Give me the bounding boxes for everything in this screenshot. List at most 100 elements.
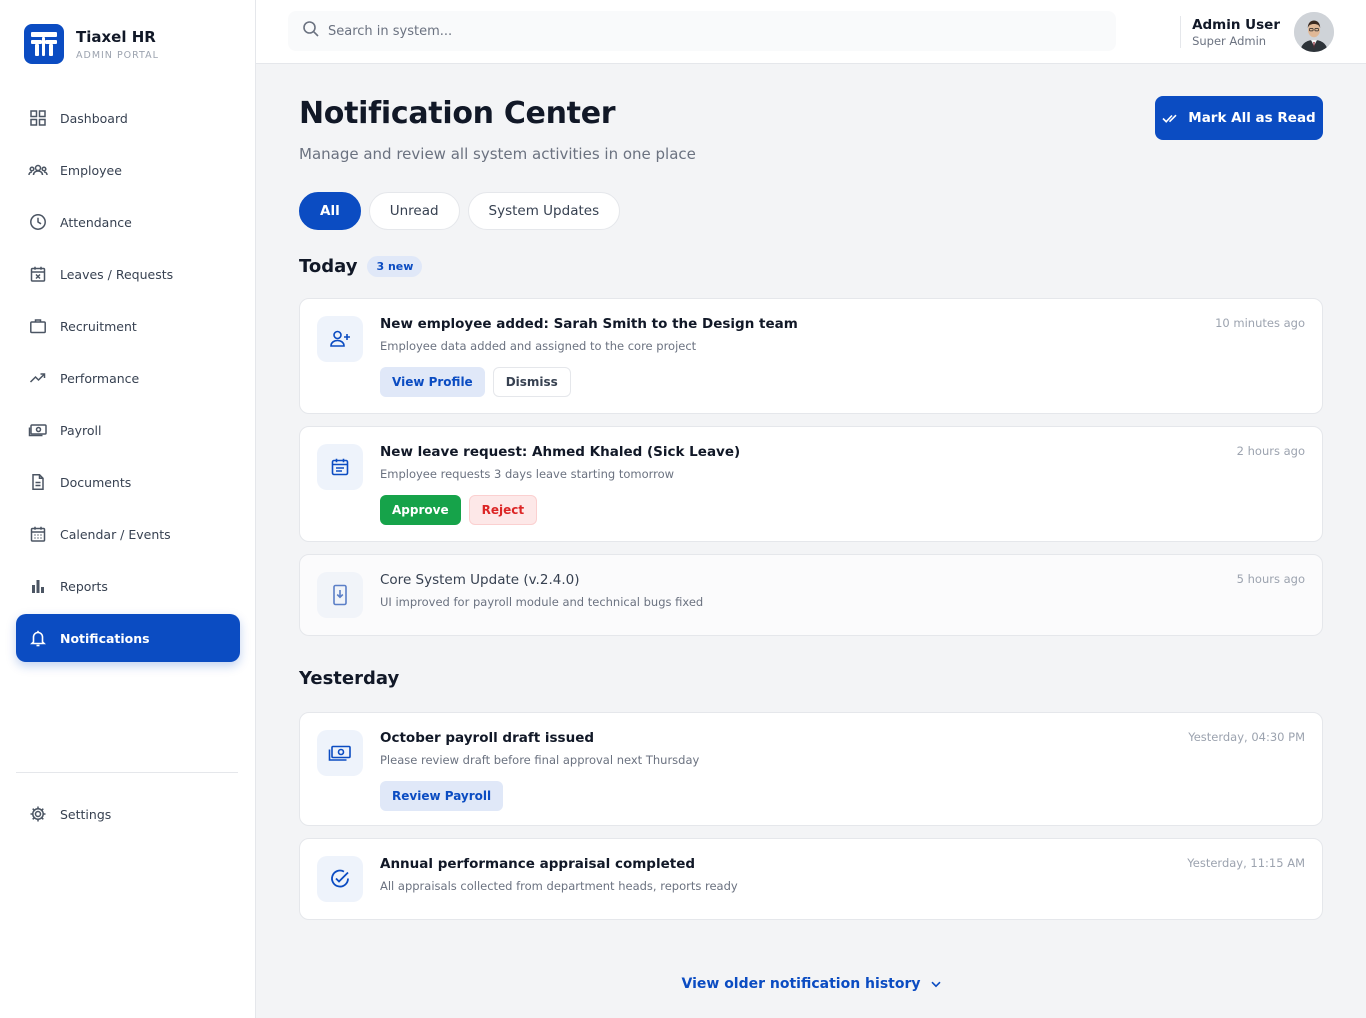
notification-time: 2 hours ago	[1236, 444, 1305, 458]
search-bar[interactable]	[288, 11, 1116, 51]
notification-description: Employee requests 3 days leave starting …	[380, 467, 675, 481]
dismiss-button[interactable]: Dismiss	[492, 367, 571, 397]
sidebar-item-label: Notifications	[60, 630, 150, 646]
sidebar-item-label: Documents	[60, 474, 132, 490]
sidebar: Tiaxel HR ADMIN PORTAL Dashboard Employe…	[0, 0, 256, 1018]
sidebar-item-documents[interactable]: Documents	[16, 458, 240, 506]
page-title: Notification Center	[299, 96, 616, 131]
sidebar-item-label: Recruitment	[60, 318, 137, 334]
tiaxel-logo	[24, 24, 64, 64]
filter-tabs: All Unread System Updates	[299, 192, 628, 230]
sidebar-item-employee[interactable]: Employee	[16, 146, 240, 194]
section-heading: Yesterday	[299, 668, 400, 689]
notification-card[interactable]: New leave request: Ahmed Khaled (Sick Le…	[299, 426, 1323, 542]
notification-description: UI improved for payroll module and techn…	[380, 595, 704, 609]
sidebar-item-performance[interactable]: Performance	[16, 354, 240, 402]
sidebar-item-label: Performance	[60, 370, 140, 386]
trending-up-icon	[28, 368, 48, 388]
banknote-icon	[28, 420, 48, 440]
users-icon	[28, 160, 48, 180]
sidebar-item-label: Dashboard	[60, 110, 128, 126]
page-subtitle: Manage and review all system activities …	[299, 145, 696, 163]
mark-all-read-button[interactable]: Mark All as Read	[1155, 96, 1323, 140]
tab-system-updates[interactable]: System Updates	[467, 192, 621, 230]
notification-time: Yesterday, 11:15 AM	[1187, 856, 1305, 870]
bar-chart-icon	[28, 576, 48, 596]
sidebar-divider	[16, 772, 238, 773]
notification-time: 5 hours ago	[1236, 572, 1305, 586]
sidebar-item-leaves-requests[interactable]: Leaves / Requests	[16, 250, 240, 298]
notification-time: Yesterday, 04:30 PM	[1188, 730, 1305, 744]
tab-unread[interactable]: Unread	[368, 192, 460, 230]
sidebar-item-payroll[interactable]: Payroll	[16, 406, 240, 454]
user-plus-icon	[317, 316, 363, 362]
approve-button[interactable]: Approve	[380, 495, 461, 525]
sidebar-item-attendance[interactable]: Attendance	[16, 198, 240, 246]
notification-card[interactable]: Annual performance appraisal completed A…	[299, 838, 1323, 920]
sidebar-item-calendar-events[interactable]: Calendar / Events	[16, 510, 240, 558]
sidebar-item-dashboard[interactable]: Dashboard	[16, 94, 240, 142]
calendar-icon	[28, 524, 48, 544]
notification-actions: Review Payroll	[380, 781, 511, 811]
sidebar-item-label: Reports	[60, 578, 108, 594]
calendar-x-icon	[28, 264, 48, 284]
file-icon	[28, 472, 48, 492]
device-download-icon	[317, 572, 363, 618]
check-circle-icon	[317, 856, 363, 902]
view-older-history-link[interactable]: View older notification history	[299, 976, 1323, 992]
sidebar-item-label: Leaves / Requests	[60, 266, 174, 282]
section-heading: Today	[299, 256, 358, 277]
notification-description: Employee data added and assigned to the …	[380, 339, 697, 353]
notification-card[interactable]: October payroll draft issued Please revi…	[299, 712, 1323, 826]
sidebar-item-reports[interactable]: Reports	[16, 562, 240, 610]
sidebar-nav: Dashboard Employee Attendance Leaves / R…	[16, 94, 240, 666]
notification-description: Please review draft before final approva…	[380, 753, 700, 767]
sidebar-item-label: Calendar / Events	[60, 526, 171, 542]
bell-icon	[28, 628, 48, 648]
notification-card[interactable]: Core System Update (v.2.4.0) UI improved…	[299, 554, 1323, 636]
notification-title: New employee added: Sarah Smith to the D…	[380, 316, 798, 332]
double-check-icon	[1162, 114, 1177, 123]
user-name: Admin User	[1192, 16, 1280, 33]
banknote-icon	[317, 730, 363, 776]
chevron-down-icon	[930, 981, 941, 987]
search-input[interactable]	[328, 23, 1088, 39]
grid-icon	[28, 108, 48, 128]
section-yesterday: Yesterday	[299, 668, 399, 689]
user-menu[interactable]: Admin User Super Admin	[1192, 12, 1334, 52]
notification-title: New leave request: Ahmed Khaled (Sick Le…	[380, 444, 741, 460]
topbar: Admin User Super Admin	[256, 0, 1366, 64]
view-profile-button[interactable]: View Profile	[380, 367, 485, 397]
sidebar-item-notifications[interactable]: Notifications	[16, 614, 240, 662]
brand[interactable]: Tiaxel HR ADMIN PORTAL	[24, 24, 159, 64]
avatar[interactable]	[1294, 12, 1334, 52]
section-today: Today 3 new	[299, 256, 423, 277]
notification-time: 10 minutes ago	[1215, 316, 1305, 330]
new-count-badge: 3 new	[367, 256, 423, 277]
search-icon	[302, 20, 320, 42]
review-payroll-button[interactable]: Review Payroll	[380, 781, 504, 811]
notification-card[interactable]: New employee added: Sarah Smith to the D…	[299, 298, 1323, 414]
topbar-divider	[1180, 16, 1181, 48]
brand-name: Tiaxel HR	[76, 27, 156, 46]
reject-button[interactable]: Reject	[468, 495, 538, 525]
notification-title: Core System Update (v.2.4.0)	[380, 572, 580, 588]
sidebar-item-label: Payroll	[60, 422, 102, 438]
sidebar-item-label: Attendance	[60, 214, 132, 230]
brand-subtitle: ADMIN PORTAL	[76, 49, 159, 61]
user-role: Super Admin	[1192, 33, 1267, 48]
notification-actions: Approve Reject	[380, 495, 545, 525]
view-older-history-label: View older notification history	[681, 976, 921, 992]
clock-icon	[28, 212, 48, 232]
calendar-list-icon	[317, 444, 363, 490]
notification-title: October payroll draft issued	[380, 730, 595, 746]
briefcase-icon	[28, 316, 48, 336]
sidebar-item-recruitment[interactable]: Recruitment	[16, 302, 240, 350]
notification-description: All appraisals collected from department…	[380, 879, 738, 893]
sidebar-item-settings[interactable]: Settings	[16, 790, 240, 838]
tab-all[interactable]: All	[299, 192, 361, 230]
mark-all-read-label: Mark All as Read	[1188, 110, 1316, 126]
notification-title: Annual performance appraisal completed	[380, 856, 696, 872]
notification-actions: View Profile Dismiss	[380, 367, 579, 397]
sidebar-item-label: Employee	[60, 162, 122, 178]
